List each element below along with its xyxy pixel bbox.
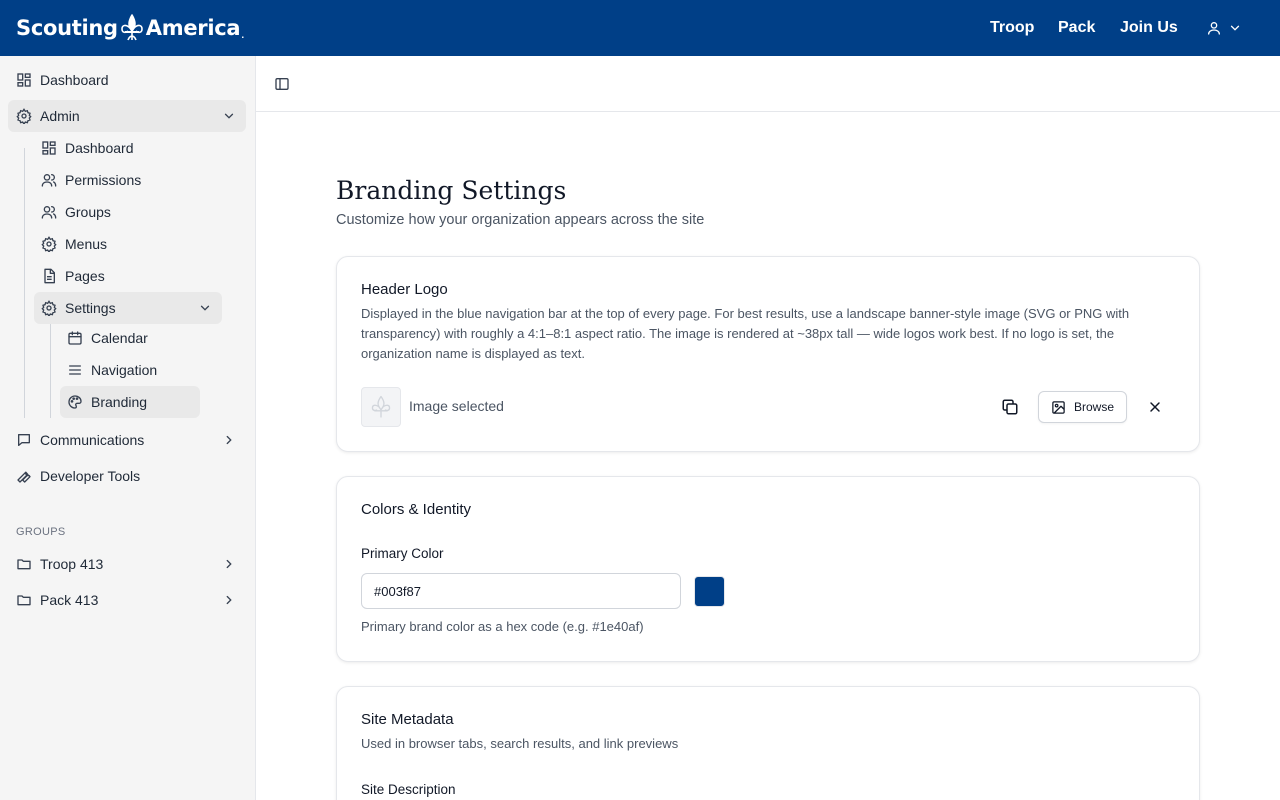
sidebar-item-label: Groups [65,204,111,220]
chevron-down-icon [198,301,212,315]
chevron-right-icon [222,557,236,571]
copy-icon[interactable] [1001,398,1019,416]
calendar-icon [67,330,83,346]
sidebar-item-calendar[interactable]: Calendar [60,322,200,354]
sidebar-item-label: Developer Tools [40,468,141,484]
brand-name-left: Scouting [16,16,118,40]
nav-pack[interactable]: Pack [1058,0,1095,56]
fleur-de-lis-icon [120,13,144,43]
nav-join-us[interactable]: Join Us [1120,0,1178,56]
image-icon [1051,400,1066,415]
page-title: Branding Settings [336,176,567,205]
folder-icon [16,592,32,608]
sidebar-toggle-icon[interactable] [274,76,290,92]
site-logo[interactable]: Scouting America . [16,10,244,46]
sidebar-item-dashboard[interactable]: Dashboard [8,64,246,96]
sidebar-item-label: Admin [40,108,80,124]
menu-lines-icon [67,362,83,378]
sidebar-item-branding[interactable]: Branding [60,386,200,418]
sidebar-item-pages[interactable]: Pages [34,260,222,292]
wrench-icon [16,468,32,484]
sidebar-item-label: Dashboard [65,140,134,156]
browse-button[interactable]: Browse [1038,391,1127,423]
message-icon [16,432,32,448]
sidebar-item-menus[interactable]: Menus [34,228,222,260]
chevron-down-icon [222,109,236,123]
sidebar-item-label: Communications [40,432,145,448]
user-icon [1206,20,1222,36]
logo-preview-image [361,387,401,427]
primary-color-help: Primary brand color as a hex code (e.g. … [361,619,644,634]
sidebar-item-developer-tools[interactable]: Developer Tools [8,460,246,492]
browse-button-label: Browse [1073,400,1114,414]
sidebar-item-groups[interactable]: Groups [34,196,222,228]
sidebar-item-label: Pack 413 [40,592,99,608]
sidebar-item-label: Pages [65,268,105,284]
close-icon[interactable] [1147,399,1163,415]
card-description: Displayed in the blue navigation bar at … [361,306,1130,361]
users-icon [41,204,57,220]
groups-heading: GROUPS [16,526,66,538]
palette-icon [67,394,83,410]
sidebar-item-label: Settings [65,300,116,316]
sidebar-item-navigation[interactable]: Navigation [60,354,200,386]
sidebar-item-permissions[interactable]: Permissions [34,164,222,196]
card-title: Colors & Identity [361,501,472,518]
tree-guide-line [24,148,25,418]
sidebar-item-label: Calendar [91,330,148,346]
colors-identity-card: Colors & Identity Primary Color Primary … [336,476,1200,662]
sidebar-item-admin[interactable]: Admin [8,100,246,132]
gear-icon [16,108,32,124]
primary-color-label: Primary Color [361,546,444,561]
primary-color-swatch[interactable] [694,576,725,607]
brand-mark: . [241,31,244,40]
tree-guide-line [50,324,51,418]
chevron-down-icon [1228,21,1242,35]
dashboard-icon [41,140,57,156]
site-description-label: Site Description [361,782,456,797]
sidebar-item-admin-dashboard[interactable]: Dashboard [34,132,222,164]
folder-icon [16,556,32,572]
chevron-right-icon [222,433,236,447]
card-title: Header Logo [361,281,448,298]
sidebar-item-communications[interactable]: Communications [8,424,246,456]
image-status-text: Image selected [409,398,504,414]
sidebar-item-label: Troop 413 [40,556,104,572]
users-icon [41,172,57,188]
sidebar-item-label: Dashboard [40,72,109,88]
sidebar-item-settings[interactable]: Settings [34,292,222,324]
gear-icon [41,300,57,316]
sidebar-item-label: Branding [91,394,148,410]
card-title: Site Metadata [361,711,454,728]
sidebar-group-pack-413[interactable]: Pack 413 [8,584,246,616]
gear-icon [41,236,57,252]
file-icon [41,268,57,284]
sidebar-item-label: Menus [65,236,108,252]
card-description: Used in browser tabs, search results, an… [361,736,679,751]
content-header [256,56,1280,112]
top-navigation-bar: Scouting America . Troop Pack Join Us [0,0,1280,56]
site-metadata-card: Site Metadata Used in browser tabs, sear… [336,686,1200,800]
header-logo-card: Header Logo Displayed in the blue naviga… [336,256,1200,452]
nav-troop[interactable]: Troop [990,0,1034,56]
dashboard-icon [16,72,32,88]
sidebar-group-troop-413[interactable]: Troop 413 [8,548,246,580]
sidebar-item-label: Permissions [65,172,142,188]
brand-name-right: America [145,16,241,40]
chevron-right-icon [222,593,236,607]
primary-color-input[interactable] [361,573,681,609]
page-subtitle: Customize how your organization appears … [336,212,705,228]
sidebar-item-label: Navigation [91,362,158,378]
user-menu[interactable] [1206,16,1242,40]
sidebar: Dashboard Admin Dashboard Permissions Gr… [0,56,256,800]
